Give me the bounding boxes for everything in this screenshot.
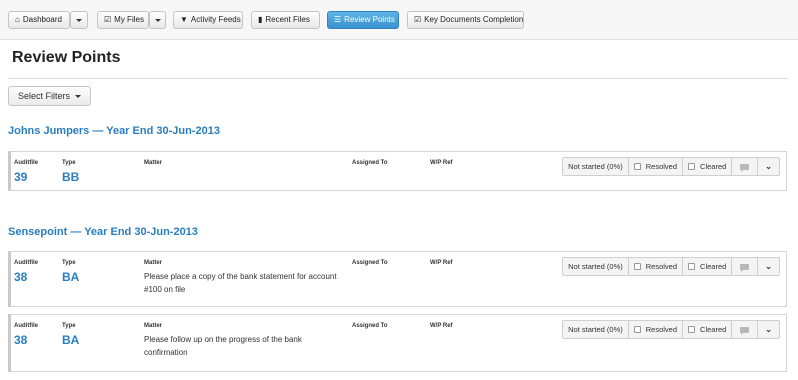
matter-column-label: Matter: [144, 160, 163, 166]
auditfile-number[interactable]: 38: [14, 333, 27, 347]
dashboard-button[interactable]: ⌂ Dashboard: [8, 11, 70, 29]
cleared-label: Cleared: [700, 325, 727, 334]
matter-column-label: Matter: [144, 260, 163, 266]
comment-icon: [740, 326, 750, 335]
resolved-label: Resolved: [645, 262, 678, 271]
page-title: Review Points: [12, 49, 121, 66]
dashboard-dropdown-button[interactable]: [70, 11, 88, 29]
my-files-label: My Files: [114, 15, 144, 24]
list-icon: ☰: [334, 15, 342, 24]
resolved-label: Resolved: [645, 325, 678, 334]
activity-feeds-label: Activity Feeds: [190, 15, 241, 24]
expand-button[interactable]: ⌄: [758, 321, 779, 338]
expand-button[interactable]: ⌄: [758, 158, 779, 175]
review-point-card[interactable]: Auditfile Type Matter Assigned To W/P Re…: [8, 251, 787, 307]
resolved-toggle[interactable]: Resolved: [629, 158, 684, 175]
recent-files-label: Recent Files: [265, 15, 310, 24]
chevron-down-icon: ⌄: [765, 325, 772, 334]
key-documents-button[interactable]: ☑ Key Documents Completion: [407, 11, 524, 29]
review-point-card[interactable]: Auditfile Type Matter Assigned To W/P Re…: [8, 151, 787, 191]
resolved-toggle[interactable]: Resolved: [629, 258, 684, 275]
type-code[interactable]: BB: [62, 170, 79, 184]
auditfile-number[interactable]: 38: [14, 270, 27, 284]
dashboard-label: Dashboard: [22, 15, 62, 24]
assigned-to-column-label: Assigned To: [352, 160, 388, 166]
progress-status: Not started (0%): [563, 258, 629, 275]
comment-icon: [740, 163, 750, 172]
auditfile-column-label: Auditfile: [14, 323, 38, 329]
type-code[interactable]: BA: [62, 270, 79, 284]
type-column-label: Type: [62, 160, 76, 166]
cleared-checkbox[interactable]: [688, 326, 696, 333]
cleared-toggle[interactable]: Cleared: [683, 158, 733, 175]
caret-down-icon: [154, 18, 161, 22]
matter-text: Please place a copy of the bank statemen…: [144, 272, 337, 294]
resolved-toggle[interactable]: Resolved: [629, 321, 684, 338]
comment-button[interactable]: [732, 258, 759, 275]
title-divider: [8, 78, 788, 79]
chevron-down-icon: ⌄: [765, 162, 772, 171]
resolved-label: Resolved: [645, 162, 678, 171]
resolved-checkbox[interactable]: [633, 163, 641, 170]
recent-files-button[interactable]: ▮ Recent Files: [251, 11, 320, 29]
assigned-to-column-label: Assigned To: [352, 260, 388, 266]
comment-button[interactable]: [732, 158, 759, 175]
resolved-checkbox[interactable]: [633, 263, 641, 270]
section-title: Johns Jumpers — Year End 30-Jun-2013: [8, 125, 220, 137]
expand-button[interactable]: ⌄: [758, 258, 779, 275]
select-filters-button[interactable]: Select Filters: [8, 86, 91, 106]
matter-text: Please follow up on the progress of the …: [144, 335, 302, 357]
cleared-toggle[interactable]: Cleared: [683, 258, 733, 275]
filter-icon: ▼: [180, 15, 188, 24]
comment-icon: [740, 263, 750, 272]
my-files-button[interactable]: ☑ My Files: [97, 11, 149, 29]
my-files-dropdown-button[interactable]: [149, 11, 166, 29]
progress-status-label: Not started (0%): [568, 262, 623, 271]
review-points-button[interactable]: ☰ Review Points: [327, 11, 399, 29]
checkbox-icon: ☑: [104, 15, 112, 24]
status-controls: Not started (0%) Resolved Cleared ⌄: [562, 157, 780, 176]
status-controls: Not started (0%) Resolved Cleared ⌄: [562, 320, 780, 339]
chevron-down-icon: ⌄: [765, 262, 772, 271]
cleared-checkbox[interactable]: [688, 163, 696, 170]
section-title: Sensepoint — Year End 30-Jun-2013: [8, 226, 198, 238]
file-icon: ▮: [258, 15, 263, 24]
type-column-label: Type: [62, 260, 76, 266]
type-code[interactable]: BA: [62, 333, 79, 347]
caret-down-icon: [76, 18, 82, 22]
review-point-card[interactable]: Auditfile Type Matter Assigned To W/P Re…: [8, 314, 787, 372]
progress-status: Not started (0%): [563, 321, 629, 338]
auditfile-number[interactable]: 39: [14, 170, 27, 184]
assigned-to-column-label: Assigned To: [352, 323, 388, 329]
status-controls: Not started (0%) Resolved Cleared ⌄: [562, 257, 780, 276]
cleared-checkbox[interactable]: [688, 263, 696, 270]
key-documents-label: Key Documents Completion: [424, 15, 524, 24]
wp-ref-column-label: W/P Ref: [430, 260, 453, 266]
wp-ref-column-label: W/P Ref: [430, 323, 453, 329]
caret-down-icon: [75, 94, 81, 98]
auditfile-column-label: Auditfile: [14, 160, 38, 166]
progress-status: Not started (0%): [563, 158, 629, 175]
progress-status-label: Not started (0%): [568, 162, 623, 171]
cleared-label: Cleared: [700, 262, 727, 271]
top-toolbar: ⌂ Dashboard ☑ My Files ▼ Activity Feeds …: [0, 0, 798, 40]
select-filters-label: Select Filters: [17, 91, 70, 101]
comment-button[interactable]: [732, 321, 759, 338]
progress-status-label: Not started (0%): [568, 325, 623, 334]
cleared-label: Cleared: [700, 162, 727, 171]
matter-column-label: Matter: [144, 323, 163, 329]
type-column-label: Type: [62, 323, 76, 329]
activity-feeds-button[interactable]: ▼ Activity Feeds: [173, 11, 243, 29]
review-points-label: Review Points: [344, 15, 395, 24]
cleared-toggle[interactable]: Cleared: [683, 321, 733, 338]
checkbox-icon: ☑: [414, 15, 422, 24]
wp-ref-column-label: W/P Ref: [430, 160, 453, 166]
auditfile-column-label: Auditfile: [14, 260, 38, 266]
resolved-checkbox[interactable]: [633, 326, 641, 333]
home-icon: ⌂: [15, 15, 20, 24]
